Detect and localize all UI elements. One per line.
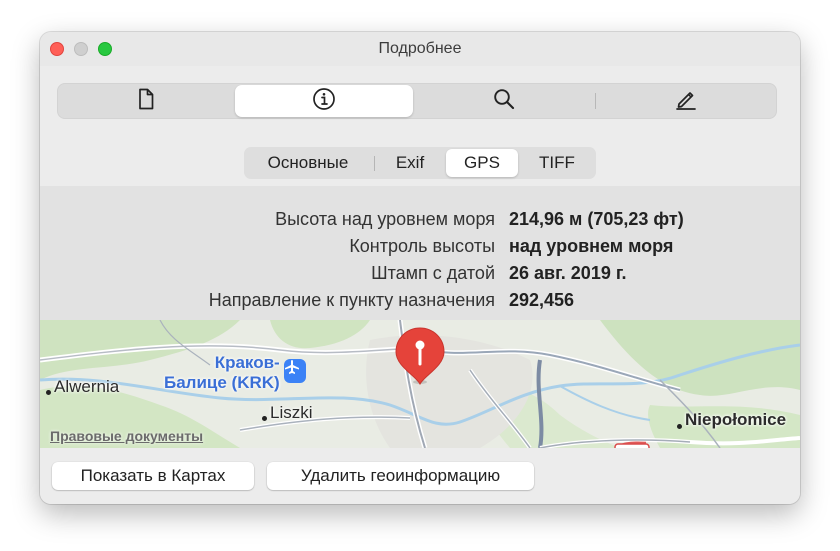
- info-icon: [312, 87, 336, 116]
- map-label-alwernia: Alwernia: [54, 377, 120, 396]
- window-title: Подробнее: [378, 40, 462, 57]
- inspector-toolbar: [57, 83, 777, 119]
- pencil-icon: [674, 87, 698, 116]
- gps-label: Направление к пункту назначения: [208, 290, 495, 310]
- gps-row-dest-bearing: Направление к пункту назначения 292,456: [40, 290, 800, 316]
- gps-value: 26 авг. 2019 г.: [509, 263, 627, 283]
- tab-more-info[interactable]: [235, 85, 413, 117]
- place-dot: [677, 424, 682, 429]
- gps-label: Штамп с датой: [371, 263, 495, 283]
- search-icon: [492, 87, 516, 116]
- gps-label: Контроль высоты: [349, 236, 495, 256]
- location-map[interactable]: Alwernia Краков- Балице (KRK) Liszki Nie…: [40, 320, 800, 448]
- tab-divider: [374, 156, 375, 171]
- map-label-niepolomice: Niepołomice: [685, 410, 787, 429]
- airport-name-line1: Краков-: [214, 353, 280, 372]
- map-label-liszki: Liszki: [270, 403, 313, 422]
- tab-basic[interactable]: Основные: [244, 147, 372, 179]
- gps-label: Высота над уровнем моря: [275, 209, 495, 229]
- document-icon: [136, 88, 156, 115]
- tab-exif[interactable]: Exif: [376, 147, 444, 179]
- tab-gps[interactable]: GPS: [446, 149, 518, 177]
- gps-value: 214,96 м (705,23 фт): [509, 209, 684, 229]
- gps-row-altitude-ref: Контроль высоты над уровнем моря: [40, 236, 800, 262]
- gps-row-altitude: Высота над уровнем моря 214,96 м (705,23…: [40, 209, 800, 235]
- place-dot: [46, 390, 51, 395]
- map-label-airport: Краков- Балице (KRK): [164, 353, 280, 393]
- legal-link[interactable]: Правовые документы: [50, 428, 203, 444]
- toolbar-divider: [595, 93, 596, 109]
- info-window: Подробнее Основные Exif GPS TIFF Высота …: [40, 32, 800, 504]
- gps-value: 292,456: [509, 290, 575, 310]
- airport-name-line2: Балице (KRK): [164, 373, 280, 392]
- place-dot: [262, 416, 267, 421]
- remove-location-button[interactable]: Удалить геоинформацию: [267, 462, 534, 490]
- title-bar: Подробнее: [40, 32, 800, 66]
- airplane-icon: [284, 359, 306, 383]
- metadata-tabs: Основные Exif GPS TIFF: [244, 147, 596, 179]
- gps-value: над уровнем моря: [509, 236, 674, 256]
- gps-info-list: Высота над уровнем моря 214,96 м (705,23…: [40, 186, 800, 320]
- tab-search[interactable]: [415, 83, 593, 119]
- bottom-actions: Показать в Картах Удалить геоинформацию: [40, 448, 800, 504]
- tab-tiff[interactable]: TIFF: [520, 147, 594, 179]
- tab-general-info[interactable]: [57, 83, 235, 119]
- show-in-maps-button[interactable]: Показать в Картах: [52, 462, 254, 490]
- tab-annotate[interactable]: [597, 83, 775, 119]
- gps-row-date-stamp: Штамп с датой 26 авг. 2019 г.: [40, 263, 800, 289]
